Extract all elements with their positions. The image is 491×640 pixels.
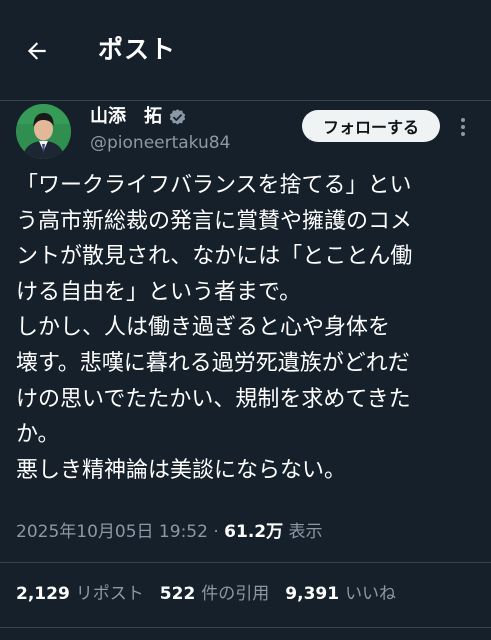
reposts-label: リポスト [75,584,144,604]
author-name-text: 山添 拓 [90,106,162,127]
post-text: 「ワークライフバランスを捨てる」とい う高市新総裁の発言に賞賛や擁護のコメ ント… [16,168,486,488]
likes-count: 9,391 [285,584,340,604]
back-button[interactable] [20,34,54,68]
post-text-line: 悪しき精神論は美談にならない。 [16,457,347,483]
quotes-count: 522 [159,584,196,604]
arrow-left-icon [27,42,46,60]
reposts-stat[interactable]: 2,129 リポスト [16,579,144,609]
post-text-line: う高市新総裁の発言に賞賛や擁護のコメ [16,208,413,234]
likes-label: いいね [345,584,397,604]
meta-separator: · [207,522,225,542]
more-options-button[interactable] [454,112,472,142]
post-timestamp[interactable]: 2025年10月05日 19:52 [16,522,208,542]
author-name[interactable]: 山添 拓 [90,104,187,130]
post-text-line: ントが散見され、なかには「とことん働 [16,244,413,270]
author-handle[interactable]: @pioneertaku84 [90,131,230,155]
stats-top-divider [0,562,491,563]
more-vertical-icon [461,118,465,136]
verified-badge-icon [168,108,187,127]
reposts-count: 2,129 [16,584,70,604]
page-title: ポスト [98,35,177,64]
post-metadata: 2025年10月05日 19:52 · 61.2万 表示 [16,517,323,547]
post-text-line: しかし、人は働き過ぎると心や身体を [16,315,391,341]
post-text-line: ける自由を」という者まで。 [16,279,302,305]
avatar-photo [16,104,71,159]
stats-bottom-divider [0,627,491,628]
post-text-line: 「ワークライフバランスを捨てる」とい [16,173,412,198]
follow-button[interactable]: フォローする [302,110,440,142]
header-divider [0,100,491,101]
views-count: 61.2万 [224,522,284,542]
post-text-line: けの思いでたたかい、規制を求めてきた [16,386,411,412]
quotes-label: 件の引用 [201,584,270,604]
views-label: 表示 [283,522,323,542]
likes-stat[interactable]: 9,391 いいね [285,579,396,609]
top-bar: ポスト [0,0,491,100]
post-text-line: か。 [16,422,60,448]
post-text-line: 壊す。悲嘆に暮れる過労死遺族がどれだ [16,350,410,376]
avatar[interactable] [16,104,71,159]
quotes-stat[interactable]: 522 件の引用 [160,579,270,609]
post-stats: 2,129 リポスト 522 件の引用 9,391 いいね [16,579,412,609]
